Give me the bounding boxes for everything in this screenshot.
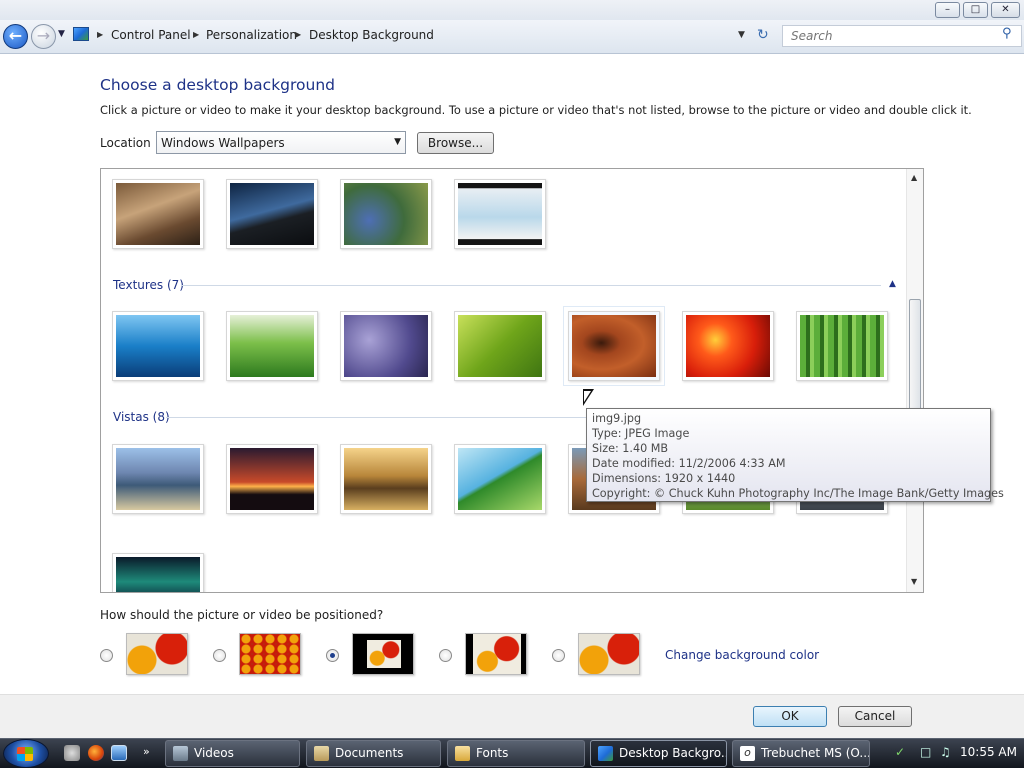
- maximize-button[interactable]: □: [963, 2, 988, 18]
- taskbar-item-documents[interactable]: Documents: [306, 740, 441, 767]
- quick-launch-overflow-icon[interactable]: »: [143, 745, 159, 761]
- recent-pages-dropdown-icon[interactable]: ▼: [58, 29, 65, 39]
- title-bar: – □ ✕: [0, 0, 1024, 22]
- wallpaper-thumbnail[interactable]: [340, 179, 432, 249]
- control-panel-icon: [598, 746, 613, 761]
- taskbar-item-videos[interactable]: Videos: [165, 740, 300, 767]
- wallpaper-thumbnail[interactable]: [226, 179, 318, 249]
- scroll-down-icon[interactable]: ▼: [911, 577, 917, 586]
- forward-button[interactable]: →: [31, 24, 56, 49]
- control-panel-icon: [73, 27, 89, 41]
- browse-button[interactable]: Browse...: [417, 132, 494, 154]
- close-button[interactable]: ✕: [991, 2, 1020, 18]
- group-divider: [181, 285, 881, 286]
- wallpaper-thumbnail[interactable]: [112, 311, 204, 381]
- search-input[interactable]: [782, 25, 1022, 47]
- tooltip-dimensions: Dimensions: 1920 x 1440: [592, 472, 736, 485]
- wallpaper-thumbnail[interactable]: [112, 553, 204, 592]
- chevron-down-icon: ▼: [394, 137, 401, 147]
- page-description: Click a picture or video to make it your…: [100, 103, 972, 117]
- wallpaper-thumbnail-selected[interactable]: [563, 306, 665, 386]
- location-label: Location: [100, 136, 151, 150]
- tooltip-size: Size: 1.40 MB: [592, 442, 669, 455]
- ok-button[interactable]: OK: [753, 706, 827, 727]
- chevron-right-icon[interactable]: ▶: [193, 30, 199, 39]
- security-icon[interactable]: ✓: [895, 745, 905, 759]
- wallpaper-thumbnail[interactable]: [340, 311, 432, 381]
- address-dropdown-icon[interactable]: ▼: [738, 30, 745, 40]
- volume-icon[interactable]: ♫: [940, 745, 951, 759]
- tooltip-date-modified: Date modified: 11/2/2006 4:33 AM: [592, 457, 786, 470]
- position-radio-center[interactable]: [326, 649, 339, 662]
- network-icon[interactable]: □: [920, 745, 931, 759]
- cancel-button[interactable]: Cancel: [838, 706, 912, 727]
- switch-windows-icon[interactable]: [111, 745, 127, 761]
- desktop-background-window: – □ ✕ ← → ▼ ▶ Control Panel ▶ Personaliz…: [0, 0, 1024, 738]
- clock[interactable]: 10:55 AM: [960, 745, 1017, 759]
- position-tile-preview[interactable]: [239, 633, 301, 675]
- wallpaper-thumbnail[interactable]: [796, 311, 888, 381]
- task-label: Trebuchet MS (O...: [761, 746, 870, 760]
- wallpaper-thumbnail[interactable]: [226, 444, 318, 514]
- position-fill-preview[interactable]: [126, 633, 188, 675]
- wallpaper-thumbnail[interactable]: [112, 444, 204, 514]
- scroll-up-icon[interactable]: ▲: [911, 173, 917, 182]
- page-title: Choose a desktop background: [100, 76, 336, 94]
- tooltip-type: Type: JPEG Image: [592, 427, 690, 440]
- task-label: Videos: [194, 746, 234, 760]
- wallpaper-thumbnail[interactable]: [454, 311, 546, 381]
- breadcrumb-personalization[interactable]: Personalization: [206, 28, 297, 42]
- wallpaper-thumbnail[interactable]: [340, 444, 432, 514]
- refresh-icon[interactable]: ↻: [757, 27, 769, 43]
- tooltip-copyright: Copyright: © Chuck Kuhn Photography Inc/…: [592, 487, 1004, 500]
- wallpaper-thumbnail[interactable]: [682, 311, 774, 381]
- location-value: Windows Wallpapers: [161, 136, 285, 150]
- mouse-cursor-icon: [583, 389, 594, 406]
- show-desktop-icon[interactable]: [64, 745, 80, 761]
- task-label: Documents: [335, 746, 404, 760]
- scroll-thumb[interactable]: [909, 299, 921, 411]
- task-label: Fonts: [476, 746, 509, 760]
- taskbar-item-trebuchet-ms[interactable]: o Trebuchet MS (O...: [732, 740, 870, 767]
- windows-logo-icon: [17, 747, 33, 761]
- position-radio-fit[interactable]: [439, 649, 452, 662]
- change-background-color-link[interactable]: Change background color: [665, 648, 819, 662]
- task-label: Desktop Backgro...: [619, 746, 727, 760]
- font-file-icon: o: [740, 746, 755, 761]
- chevron-right-icon[interactable]: ▶: [295, 30, 301, 39]
- folder-icon: [314, 746, 329, 761]
- breadcrumb-control-panel[interactable]: Control Panel: [111, 28, 191, 42]
- wallpaper-thumbnail[interactable]: [454, 179, 546, 249]
- wallpaper-gallery: Textures (7) ▲ Vistas (8) ▲ ▼: [100, 168, 924, 593]
- position-fit-preview[interactable]: [465, 633, 527, 675]
- wallpaper-thumbnail[interactable]: [112, 179, 204, 249]
- folder-icon: [173, 746, 188, 761]
- tooltip-filename: img9.jpg: [592, 412, 642, 425]
- firefox-icon[interactable]: [88, 745, 104, 761]
- group-header-textures[interactable]: Textures (7): [113, 278, 184, 292]
- taskbar-item-desktop-background[interactable]: Desktop Backgro...: [590, 740, 727, 767]
- gallery-scrollbar[interactable]: ▲ ▼: [906, 169, 923, 592]
- file-info-tooltip: img9.jpg Type: JPEG Image Size: 1.40 MB …: [586, 408, 1004, 502]
- wallpaper-thumbnail[interactable]: [226, 311, 318, 381]
- position-radio-fill[interactable]: [100, 649, 113, 662]
- position-radio-tile[interactable]: [213, 649, 226, 662]
- minimize-button[interactable]: –: [935, 2, 960, 18]
- search-icon[interactable]: ⚲: [1002, 26, 1012, 41]
- collapse-icon[interactable]: ▲: [889, 279, 896, 289]
- position-stretch-preview[interactable]: [578, 633, 640, 675]
- positioning-question: How should the picture or video be posit…: [100, 608, 384, 622]
- position-radio-stretch[interactable]: [552, 649, 565, 662]
- position-center-preview[interactable]: [352, 633, 414, 675]
- group-header-vistas[interactable]: Vistas (8): [113, 410, 170, 424]
- folder-icon: [455, 746, 470, 761]
- wallpaper-thumbnail[interactable]: [454, 444, 546, 514]
- location-select[interactable]: Windows Wallpapers ▼: [156, 131, 406, 154]
- back-button[interactable]: ←: [3, 24, 28, 49]
- chevron-right-icon[interactable]: ▶: [97, 30, 103, 39]
- breadcrumb-desktop-background[interactable]: Desktop Background: [309, 28, 434, 42]
- taskbar-item-fonts[interactable]: Fonts: [447, 740, 585, 767]
